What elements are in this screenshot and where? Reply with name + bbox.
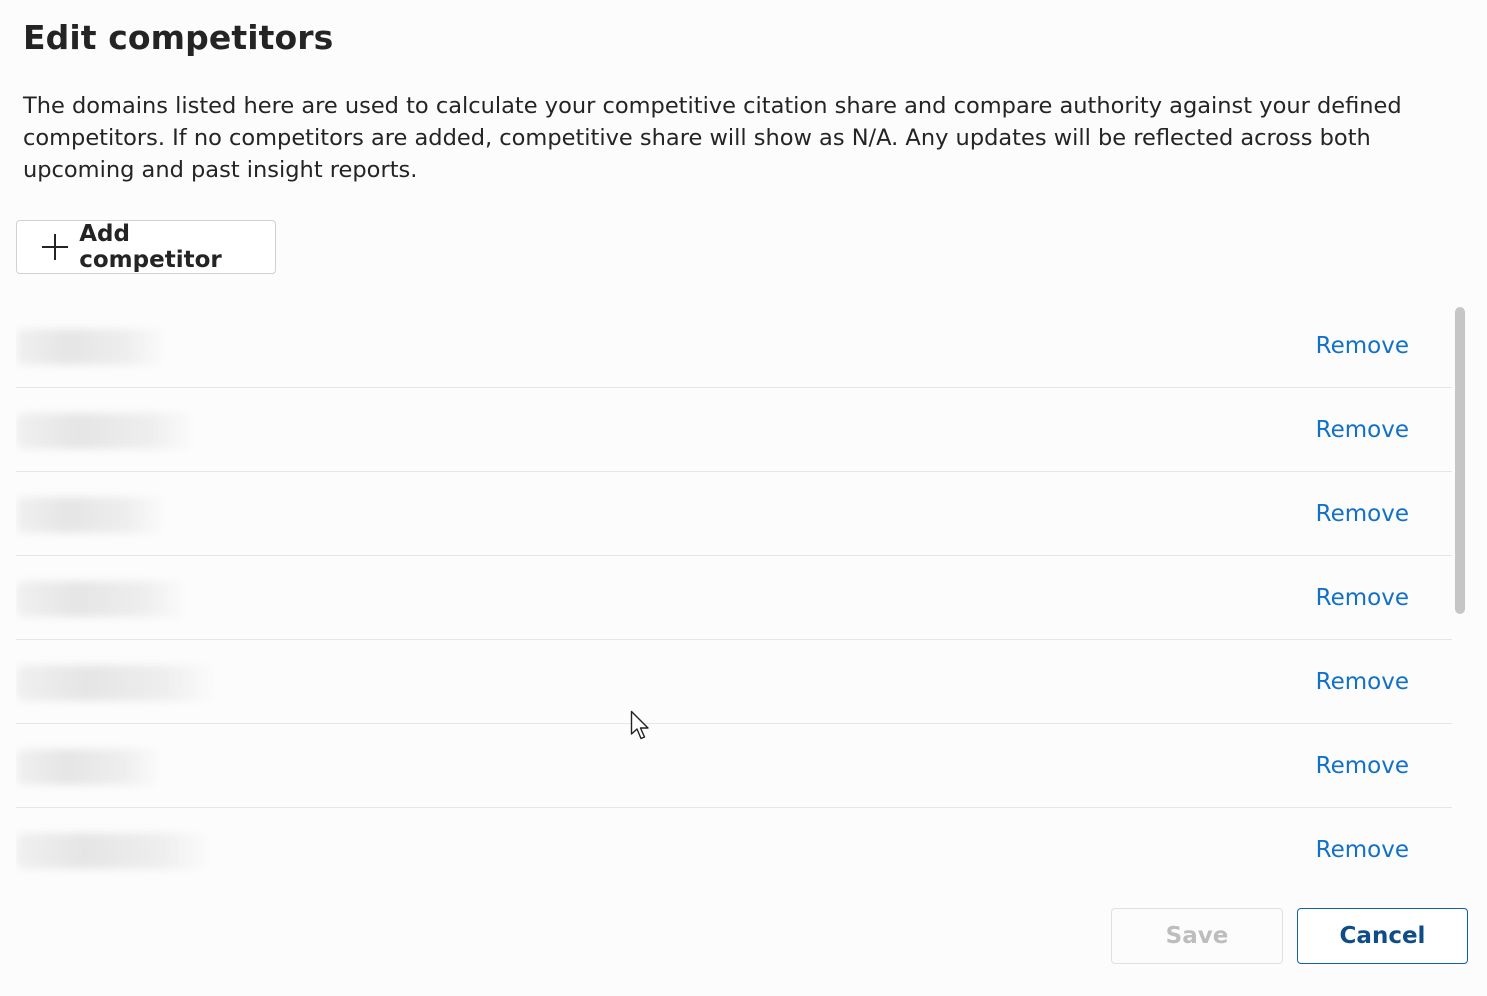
dialog-title: Edit competitors (23, 18, 334, 57)
plus-icon (41, 233, 69, 261)
competitor-domain-redacted (16, 749, 161, 785)
competitor-list: Remove Remove Remove Remove Remove Remov… (16, 304, 1452, 892)
remove-link[interactable]: Remove (1316, 750, 1409, 782)
remove-link[interactable]: Remove (1316, 414, 1409, 446)
competitor-row: Remove (16, 808, 1452, 892)
list-scrollbar[interactable] (1455, 307, 1465, 614)
cancel-button[interactable]: Cancel (1297, 908, 1468, 964)
mouse-cursor-icon (630, 710, 649, 740)
competitor-row: Remove (16, 640, 1452, 724)
save-button[interactable]: Save (1111, 908, 1283, 964)
add-competitor-button[interactable]: Add competitor (16, 220, 276, 274)
competitor-domain-redacted (16, 497, 166, 533)
remove-link[interactable]: Remove (1316, 498, 1409, 530)
remove-link[interactable]: Remove (1316, 330, 1409, 362)
competitor-row: Remove (16, 388, 1452, 472)
remove-link[interactable]: Remove (1316, 582, 1409, 614)
edit-competitors-dialog: Edit competitors The domains listed here… (0, 0, 1487, 996)
dialog-description: The domains listed here are used to calc… (23, 93, 1402, 183)
remove-link[interactable]: Remove (1316, 834, 1409, 866)
competitor-domain-redacted (16, 329, 166, 365)
competitor-row: Remove (16, 304, 1452, 388)
competitor-row: Remove (16, 556, 1452, 640)
competitor-row: Remove (16, 472, 1452, 556)
competitor-domain-redacted (16, 833, 211, 869)
competitor-row: Remove (16, 724, 1452, 808)
competitor-domain-redacted (16, 413, 196, 449)
remove-link[interactable]: Remove (1316, 666, 1409, 698)
competitor-domain-redacted (16, 665, 216, 701)
competitor-domain-redacted (16, 581, 188, 617)
add-competitor-label: Add competitor (79, 221, 222, 273)
